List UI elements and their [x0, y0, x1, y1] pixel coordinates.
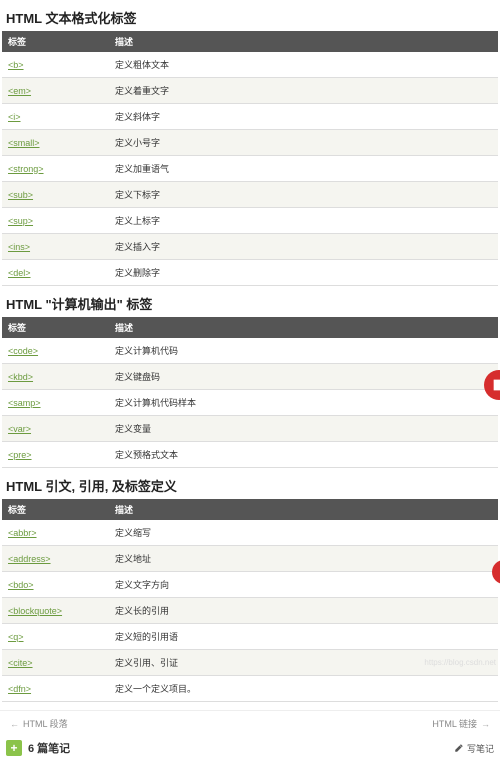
table-row: <var> 定义变量	[2, 416, 498, 442]
section-title: HTML "计算机输出" 标签	[6, 294, 500, 313]
tag-link[interactable]: <sup>	[8, 216, 33, 226]
table-row: <dfn> 定义一个定义项目。	[2, 676, 498, 702]
tag-link[interactable]: <q>	[8, 632, 24, 642]
tag-desc: 定义删除字	[109, 260, 498, 286]
write-note-link[interactable]: 写笔记	[454, 742, 494, 755]
col-header-desc: 描述	[109, 317, 498, 338]
table-row: <strong> 定义加重语气	[2, 156, 498, 182]
col-header-desc: 描述	[109, 499, 498, 520]
col-header-tag: 标签	[2, 317, 109, 338]
tag-desc: 定义下标字	[109, 182, 498, 208]
tag-desc: 定义长的引用	[109, 598, 498, 624]
watermark: https://blog.csdn.net	[424, 658, 496, 667]
tag-link[interactable]: <code>	[8, 346, 38, 356]
section-title: HTML 引文, 引用, 及标签定义	[6, 476, 500, 495]
notes-count: 6 篇笔记	[28, 740, 70, 756]
tag-desc: 定义插入字	[109, 234, 498, 260]
tag-desc: 定义计算机代码	[109, 338, 498, 364]
table-row: <blockquote> 定义长的引用	[2, 598, 498, 624]
tag-desc: 定义上标字	[109, 208, 498, 234]
tag-table: 标签 描述 <abbr> 定义缩写 <address> 定义地址 <bdo> 定义文字…	[2, 499, 498, 702]
tag-link[interactable]: <i>	[8, 112, 21, 122]
tag-link[interactable]: <abbr>	[8, 528, 37, 538]
tag-link[interactable]: <small>	[8, 138, 40, 148]
next-link[interactable]: HTML 链接→	[432, 717, 494, 730]
table-row: <abbr> 定义缩写	[2, 520, 498, 546]
prev-link[interactable]: ←HTML 段落	[6, 717, 68, 730]
tag-link[interactable]: <bdo>	[8, 580, 34, 590]
table-row: <bdo> 定义文字方向	[2, 572, 498, 598]
tag-link[interactable]: <var>	[8, 424, 31, 434]
notes-bar: + 6 篇笔记 写笔记	[0, 736, 500, 762]
tag-desc: 定义粗体文本	[109, 52, 498, 78]
table-row: <ins> 定义插入字	[2, 234, 498, 260]
col-header-tag: 标签	[2, 31, 109, 52]
tag-link[interactable]: <dfn>	[8, 684, 31, 694]
pencil-icon	[454, 743, 464, 753]
tag-desc: 定义文字方向	[109, 572, 498, 598]
tag-table: 标签 描述 <b> 定义粗体文本 <em> 定义着重文字 <i> 定义斜体字 <sma…	[2, 31, 498, 286]
tag-link[interactable]: <pre>	[8, 450, 32, 460]
tag-link[interactable]: <kbd>	[8, 372, 33, 382]
section-title: HTML 文本格式化标签	[6, 8, 500, 27]
tag-link[interactable]: <samp>	[8, 398, 41, 408]
tag-link[interactable]: <del>	[8, 268, 31, 278]
table-row: <kbd> 定义键盘码	[2, 364, 498, 390]
tag-desc: 定义缩写	[109, 520, 498, 546]
chevron-left-icon: ←	[10, 719, 19, 729]
tag-desc: 定义小号字	[109, 130, 498, 156]
table-row: <address> 定义地址	[2, 546, 498, 572]
tag-desc: 定义键盘码	[109, 364, 498, 390]
table-row: <pre> 定义预格式文本	[2, 442, 498, 468]
tag-desc: 定义预格式文本	[109, 442, 498, 468]
tag-desc: 定义着重文字	[109, 78, 498, 104]
chevron-right-icon: →	[481, 719, 490, 729]
tag-link[interactable]: <em>	[8, 86, 31, 96]
col-header-tag: 标签	[2, 499, 109, 520]
table-row: <i> 定义斜体字	[2, 104, 498, 130]
tag-desc: 定义计算机代码样本	[109, 390, 498, 416]
col-header-desc: 描述	[109, 31, 498, 52]
tag-desc: 定义短的引用语	[109, 624, 498, 650]
tag-link[interactable]: <blockquote>	[8, 606, 62, 616]
table-row: <samp> 定义计算机代码样本	[2, 390, 498, 416]
tag-desc: 定义地址	[109, 546, 498, 572]
tag-desc: 定义斜体字	[109, 104, 498, 130]
tag-desc: 定义变量	[109, 416, 498, 442]
table-row: <code> 定义计算机代码	[2, 338, 498, 364]
table-row: <em> 定义着重文字	[2, 78, 498, 104]
table-row: <del> 定义删除字	[2, 260, 498, 286]
table-row: <q> 定义短的引用语	[2, 624, 498, 650]
tag-desc: 定义一个定义项目。	[109, 676, 498, 702]
table-row: <sub> 定义下标字	[2, 182, 498, 208]
table-row: <small> 定义小号字	[2, 130, 498, 156]
page-nav: ←HTML 段落 HTML 链接→	[0, 710, 500, 736]
tag-link[interactable]: <ins>	[8, 242, 30, 252]
tag-link[interactable]: <strong>	[8, 164, 44, 174]
tag-link[interactable]: <sub>	[8, 190, 33, 200]
tag-link[interactable]: <address>	[8, 554, 51, 564]
tag-link[interactable]: <b>	[8, 60, 24, 70]
table-row: <sup> 定义上标字	[2, 208, 498, 234]
tag-link[interactable]: <cite>	[8, 658, 33, 668]
tag-table: 标签 描述 <code> 定义计算机代码 <kbd> 定义键盘码 <samp> 定义计…	[2, 317, 498, 468]
add-note-button[interactable]: +	[6, 740, 22, 756]
table-row: <b> 定义粗体文本	[2, 52, 498, 78]
tag-desc: 定义加重语气	[109, 156, 498, 182]
